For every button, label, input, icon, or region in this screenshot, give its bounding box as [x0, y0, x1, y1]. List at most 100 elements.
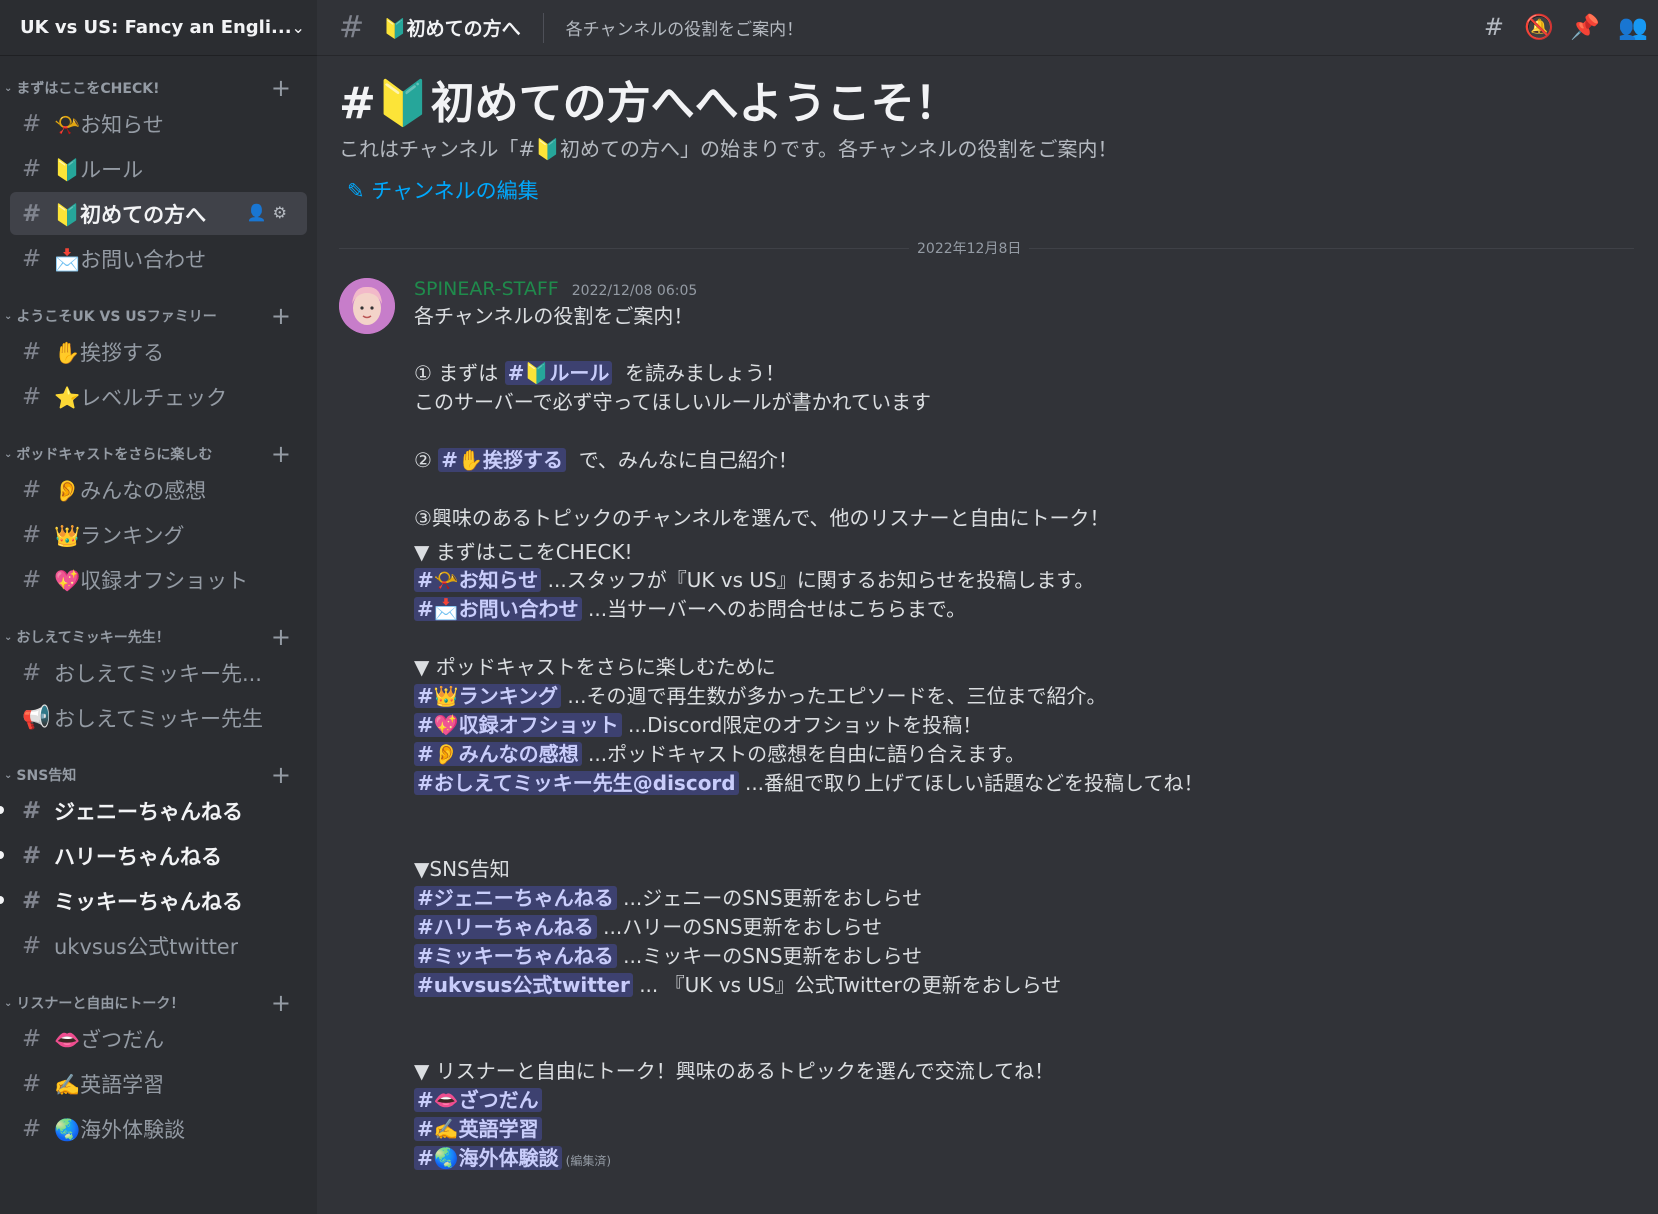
message-line: #💖収録オフショット ...Discord限定のオフショットを投稿！ — [414, 711, 982, 739]
add-channel-icon[interactable]: + — [271, 761, 291, 789]
hash-icon: # — [22, 155, 42, 182]
edit-channel-link[interactable]: ✎ チャンネルの編集 — [347, 175, 539, 205]
mention-twitter[interactable]: #ukvsus公式twitter — [414, 973, 633, 997]
section-heading: ▼ リスナーと自由にトーク！興味のあるトピックを選んで交流してね！ — [414, 1059, 1055, 1083]
header-divider — [542, 12, 544, 43]
channel-label: 👑ランキング — [54, 523, 185, 548]
channel-label: ジェニーちゃんねる — [54, 799, 243, 824]
hash-icon: # — [22, 110, 42, 137]
mention-harry[interactable]: #ハリーちゃんねる — [414, 915, 597, 939]
category-label: ようこそUK VS USファミリー — [16, 309, 217, 325]
channel-mickey-text[interactable]: # おしえてミッキー先... — [10, 651, 307, 694]
channel-level-check[interactable]: # ⭐レベルチェック — [10, 375, 307, 418]
channel-chat[interactable]: # 👄ざつだん — [10, 1017, 307, 1060]
stage-icon: 📢 — [22, 705, 51, 731]
message-line: #ミッキーちゃんねる ...ミッキーのSNS更新をおしらせ — [414, 942, 922, 970]
line-text: ① まずは — [414, 361, 499, 385]
mention-impressions[interactable]: #👂みんなの感想 — [414, 742, 582, 766]
channel-label: ukvsus公式twitter — [54, 934, 239, 959]
mention-chat[interactable]: #👄ざつだん — [414, 1088, 542, 1112]
mention-english[interactable]: #✍️英語学習 — [414, 1117, 542, 1141]
server-header[interactable]: UK vs US: Fancy an Engli... ⌄ — [0, 0, 317, 56]
hash-icon: # — [22, 1025, 42, 1052]
hash-icon: # — [22, 1070, 42, 1097]
channel-label: 📯お知らせ — [54, 112, 164, 137]
line-text: ...スタッフが『UK vs US』に関するお知らせを投稿します。 — [547, 568, 1095, 592]
channel-jenny[interactable]: # ジェニーちゃんねる — [0, 789, 307, 832]
channel-rules[interactable]: # 🔰ルール — [10, 147, 307, 190]
channel-english[interactable]: # ✍️英語学習 — [10, 1062, 307, 1105]
line-text: ...当サーバーへのお問合せはこちらまで。 — [588, 597, 967, 621]
add-channel-icon[interactable]: + — [271, 302, 291, 330]
hash-icon: # — [22, 797, 42, 824]
message-line: ① まずは #🔰ルール を読みましょう！ — [414, 359, 785, 387]
mute-bell-icon[interactable]: 🔕 — [1524, 13, 1554, 41]
line-text: ...ポッドキャストの感想を自由に語り合えます。 — [588, 742, 1026, 766]
channel-label: 🔰初めての方へ — [54, 202, 207, 227]
category-welcome[interactable]: ⌄ ようこそUK VS USファミリー + — [0, 302, 317, 330]
pencil-icon: ✎ — [347, 179, 365, 203]
caret-icon: ⌄ — [4, 769, 13, 781]
line-text: ...ハリーのSNS更新をおしらせ — [603, 915, 883, 939]
category-podcast[interactable]: ⌄ ポッドキャストをさらに楽しむ + — [0, 440, 317, 468]
caret-icon: ⌄ — [4, 82, 13, 94]
channel-contact[interactable]: # 📩お問い合わせ — [10, 237, 307, 280]
section-heading: ▼SNS告知 — [414, 857, 510, 881]
mention-contact[interactable]: #📩お問い合わせ — [414, 597, 582, 621]
channel-mickey[interactable]: # ミッキーちゃんねる — [0, 879, 307, 922]
channel-mickey-stage[interactable]: 📢 おしえてミッキー先生 — [10, 696, 307, 739]
message-line: #👂みんなの感想 ...ポッドキャストの感想を自由に語り合えます。 — [414, 740, 1025, 768]
mention-mickey[interactable]: #おしえてミッキー先生@discord — [414, 771, 739, 795]
mention-rules[interactable]: #🔰ルール — [504, 361, 613, 385]
category-sns[interactable]: ⌄ SNS告知 + — [0, 761, 317, 789]
channel-topic[interactable]: 各チャンネルの役割をご案内！ — [566, 15, 804, 40]
welcome-subtitle: これはチャンネル「#🔰初めての方へ」の始まりです。各チャンネルの役割をご案内！ — [339, 137, 1118, 161]
category-label: まずはここをCHECK! — [16, 81, 160, 97]
threads-icon[interactable]: # — [1484, 13, 1504, 41]
message-header: SPINEAR-STAFF 2022/12/08 06:05 — [414, 278, 697, 300]
category-mickey[interactable]: ⌄ おしえてミッキー先生！ + — [0, 623, 317, 651]
mention-jenny[interactable]: #ジェニーちゃんねる — [414, 886, 617, 910]
channel-news[interactable]: # 📯お知らせ — [10, 102, 307, 145]
channel-impressions[interactable]: # 👂みんなの感想 — [10, 468, 307, 511]
server-name: UK vs US: Fancy an Engli... — [20, 17, 292, 38]
avatar[interactable] — [339, 278, 395, 334]
mention-offshot[interactable]: #💖収録オフショット — [414, 713, 622, 737]
add-channel-icon[interactable]: + — [271, 623, 291, 651]
message-line: ▼ ポッドキャストをさらに楽しむために — [414, 653, 776, 681]
category-talk[interactable]: ⌄ リスナーと自由にトーク！ + — [0, 989, 317, 1017]
channel-twitter[interactable]: # ukvsus公式twitter — [10, 924, 307, 967]
mention-abroad[interactable]: #🌏海外体験談 — [414, 1146, 562, 1170]
channel-greet[interactable]: # ✋挨拶する — [10, 330, 307, 373]
category-check[interactable]: ⌄ まずはここをCHECK! + — [0, 74, 317, 102]
channel-label: ✋挨拶する — [54, 340, 165, 365]
gear-icon[interactable]: ⚙ — [273, 203, 293, 222]
mention-news[interactable]: #📯お知らせ — [414, 568, 542, 592]
add-channel-icon[interactable]: + — [271, 989, 291, 1017]
add-channel-icon[interactable]: + — [271, 440, 291, 468]
channel-offshot[interactable]: # 💖収録オフショット — [10, 558, 307, 601]
channel-label: 👄ざつだん — [54, 1027, 165, 1052]
message-line: #✍️英語学習 — [414, 1115, 542, 1143]
message-line: 各チャンネルの役割をご案内！ — [414, 302, 693, 330]
channel-harry[interactable]: # ハリーちゃんねる — [0, 834, 307, 877]
pin-icon[interactable]: 📌 — [1570, 13, 1600, 41]
message-line: #🌏海外体験談 (編集済) — [414, 1144, 611, 1175]
add-channel-icon[interactable]: + — [271, 74, 291, 102]
mention-mickey-channel[interactable]: #ミッキーちゃんねる — [414, 944, 617, 968]
mention-ranking[interactable]: #👑ランキング — [414, 684, 562, 708]
line-text: ...Discord限定のオフショットを投稿！ — [628, 713, 983, 737]
channel-label: 📩お問い合わせ — [54, 247, 207, 272]
members-icon[interactable]: 👥 — [1618, 13, 1648, 41]
mention-greet[interactable]: #✋挨拶する — [438, 448, 566, 472]
message-line: ② #✋挨拶する で、みんなに自己紹介！ — [414, 446, 798, 474]
message-author[interactable]: SPINEAR-STAFF — [414, 278, 559, 300]
channel-ranking[interactable]: # 👑ランキング — [10, 513, 307, 556]
invite-icon[interactable]: 👤 — [247, 203, 273, 222]
channel-abroad[interactable]: # 🌏海外体験談 — [10, 1107, 307, 1150]
avatar-face-icon — [339, 278, 395, 334]
channel-label: ✍️英語学習 — [54, 1072, 165, 1097]
channel-label: 🔰ルール — [54, 157, 144, 182]
channel-beginners[interactable]: # 🔰初めての方へ 👤⚙ — [10, 192, 307, 235]
line-text: ... 『UK vs US』公式Twitterの更新をおしらせ — [639, 973, 1062, 997]
